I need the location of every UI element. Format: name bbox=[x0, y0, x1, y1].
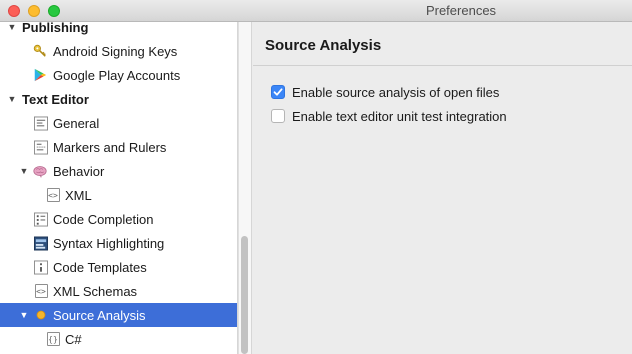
brain-icon bbox=[33, 164, 47, 178]
sidebar-item-publishing[interactable]: ▼ Publishing bbox=[0, 22, 237, 39]
xml-schemas-icon: <> bbox=[34, 284, 48, 298]
enable-source-analysis-checkbox[interactable] bbox=[271, 85, 285, 99]
sidebar-item-text-editor[interactable]: ▼ Text Editor bbox=[0, 87, 237, 111]
code-completion-icon bbox=[34, 212, 48, 226]
preferences-panel: Source Analysis Enable source analysis o… bbox=[253, 22, 632, 354]
sidebar-item-label: Text Editor bbox=[22, 91, 89, 107]
sidebar-item-code-templates[interactable]: Code Templates bbox=[0, 255, 237, 279]
window-title: Preferences bbox=[425, 3, 497, 18]
markers-rulers-icon bbox=[34, 140, 48, 154]
sidebar-item-xml[interactable]: <> XML bbox=[0, 183, 237, 207]
sidebar-item-code-completion[interactable]: Code Completion bbox=[0, 207, 237, 231]
sidebar-item-source-analysis[interactable]: ▼ Source Analysis bbox=[0, 303, 237, 327]
source-analysis-dot-icon bbox=[34, 308, 48, 322]
syntax-highlighting-icon bbox=[34, 236, 48, 250]
disclosure-expanded-icon[interactable]: ▼ bbox=[7, 94, 17, 104]
panel-header: Source Analysis bbox=[253, 22, 632, 66]
sidebar-item-label: XML bbox=[65, 187, 92, 203]
sidebar-item-google-play-accounts[interactable]: Google Play Accounts bbox=[0, 63, 237, 87]
csharp-file-icon: {} bbox=[46, 332, 60, 346]
title-bar[interactable]: Preferences bbox=[0, 0, 632, 22]
sidebar-scrollbar-thumb[interactable] bbox=[241, 236, 248, 354]
sidebar-item-label: Android Signing Keys bbox=[53, 43, 178, 59]
sidebar-item-label: Syntax Highlighting bbox=[53, 235, 165, 251]
sidebar-item-label: Code Templates bbox=[53, 259, 147, 275]
sidebar-item-label: Code Completion bbox=[53, 211, 154, 227]
sidebar-item-android-signing-keys[interactable]: Android Signing Keys bbox=[0, 39, 237, 63]
general-settings-icon bbox=[34, 116, 48, 130]
sidebar-item-markers-and-rulers[interactable]: Markers and Rulers bbox=[0, 135, 237, 159]
sidebar-item-general[interactable]: General bbox=[0, 111, 237, 135]
enable-unit-test-integration-checkbox[interactable] bbox=[271, 109, 285, 123]
panel-title: Source Analysis bbox=[265, 37, 382, 54]
preferences-sidebar: ▼ Publishing Android Signing Keys Google… bbox=[0, 22, 238, 354]
disclosure-expanded-icon[interactable]: ▼ bbox=[7, 22, 17, 32]
sidebar-item-label: Markers and Rulers bbox=[53, 139, 167, 155]
sidebar-item-label: Behavior bbox=[53, 163, 105, 179]
enable-unit-test-integration-option[interactable]: Enable text editor unit test integration bbox=[271, 107, 507, 125]
sidebar-item-behavior[interactable]: ▼ Behavior bbox=[0, 159, 237, 183]
sidebar-item-label: Source Analysis bbox=[53, 307, 146, 323]
disclosure-expanded-icon[interactable]: ▼ bbox=[19, 310, 29, 320]
sidebar-item-label: XML Schemas bbox=[53, 283, 138, 299]
sidebar-item-csharp[interactable]: {} C# bbox=[0, 327, 237, 351]
sidebar-item-label: C# bbox=[65, 331, 82, 347]
enable-source-analysis-option[interactable]: Enable source analysis of open files bbox=[271, 83, 499, 101]
sidebar-item-xml-schemas[interactable]: <> XML Schemas bbox=[0, 279, 237, 303]
google-play-icon bbox=[33, 68, 47, 82]
preferences-window: Preferences ▼ Publishing Android Signing… bbox=[0, 0, 632, 354]
sidebar-item-label: Google Play Accounts bbox=[53, 67, 181, 83]
code-templates-icon bbox=[34, 260, 48, 274]
disclosure-expanded-icon[interactable]: ▼ bbox=[19, 166, 29, 176]
xml-file-icon: <> bbox=[46, 188, 60, 202]
sidebar-item-label: Publishing bbox=[22, 22, 89, 35]
checkmark-icon bbox=[273, 88, 283, 96]
key-icon bbox=[33, 44, 47, 58]
sidebar-item-label: General bbox=[53, 115, 100, 131]
option-label: Enable source analysis of open files bbox=[292, 84, 500, 100]
sidebar-item-syntax-highlighting[interactable]: Syntax Highlighting bbox=[0, 231, 237, 255]
option-label: Enable text editor unit test integration bbox=[292, 108, 507, 124]
